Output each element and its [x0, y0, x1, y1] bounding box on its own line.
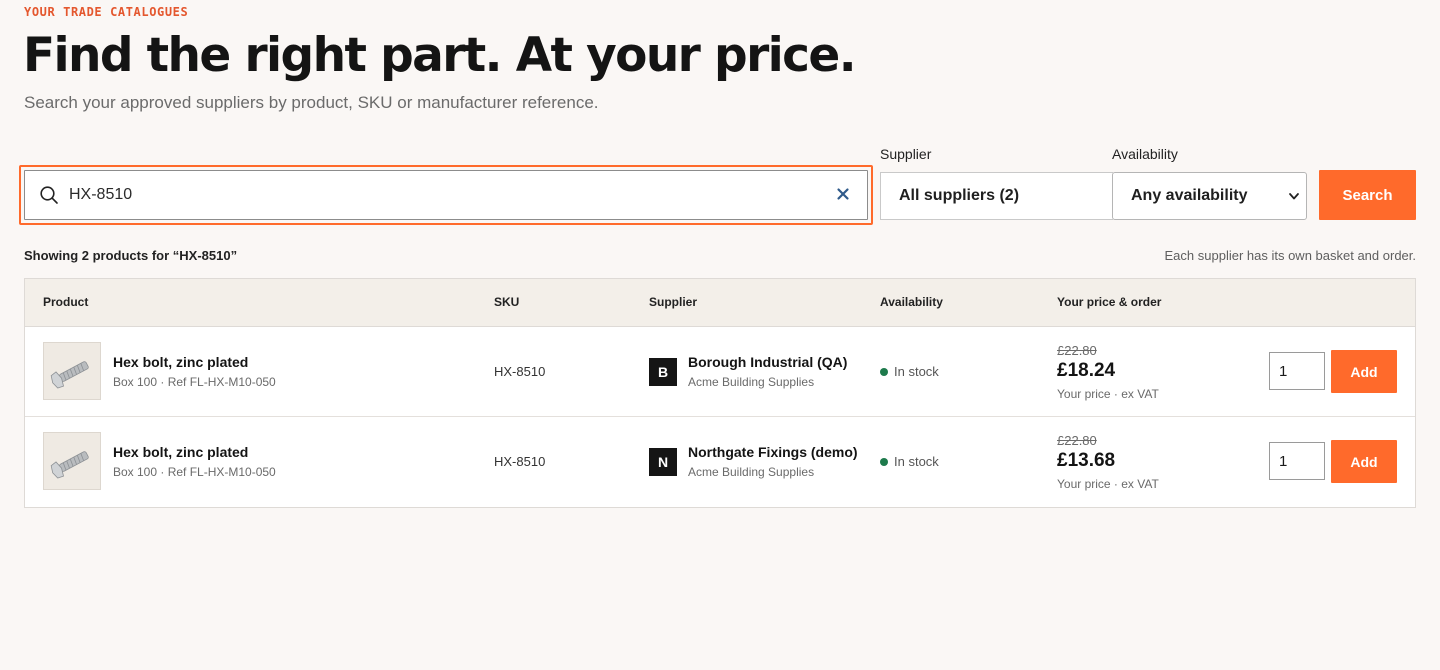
page-subtitle: Search your approved suppliers by produc… — [24, 93, 599, 112]
quantity-input[interactable] — [1269, 352, 1325, 390]
your-price: £13.68 — [1057, 450, 1116, 471]
in-stock-dot-icon — [880, 458, 888, 466]
supplier-name: Northgate Fixings (demo) — [688, 444, 858, 460]
basket-note: Each supplier has its own basket and ord… — [1164, 248, 1416, 263]
supplier-subtitle: Acme Building Supplies — [688, 465, 815, 479]
availability-select[interactable]: Any availability — [1112, 172, 1307, 220]
your-price: £18.24 — [1057, 360, 1116, 381]
product-meta: Box 100 · Ref FL-HX-M10-050 — [113, 375, 276, 389]
hex-bolt-icon — [50, 361, 89, 389]
column-header-availability: Availability — [880, 295, 943, 309]
supplier-select-value: All suppliers (2) — [899, 187, 1020, 204]
availability-status: In stock — [894, 454, 939, 469]
search-input[interactable] — [69, 171, 823, 219]
product-meta: Box 100 · Ref FL-HX-M10-050 — [113, 465, 276, 479]
column-header-price-order: Your price & order — [1057, 295, 1162, 309]
supplier-name: Borough Industrial (QA) — [688, 354, 848, 370]
search-icon — [40, 186, 58, 204]
product-thumbnail[interactable] — [43, 432, 101, 490]
price-note: Your price · ex VAT — [1057, 477, 1159, 491]
table-row: Hex bolt, zinc plated Box 100 · Ref FL-H… — [25, 327, 1415, 417]
supplier-badge: B — [649, 358, 677, 386]
add-button[interactable]: Add — [1331, 440, 1397, 483]
list-price: £22.80 — [1057, 343, 1097, 358]
in-stock-dot-icon — [880, 368, 888, 376]
search-field-focus-ring — [19, 165, 873, 225]
product-name[interactable]: Hex bolt, zinc plated — [113, 354, 248, 370]
quantity-input[interactable] — [1269, 442, 1325, 480]
price-note: Your price · ex VAT — [1057, 387, 1159, 401]
column-header-supplier: Supplier — [649, 295, 698, 309]
chevron-down-icon — [1289, 193, 1299, 200]
column-header-product: Product — [43, 295, 89, 309]
product-sku: HX-8510 — [494, 364, 546, 379]
page-title: Find the right part. At your price. — [23, 28, 857, 83]
supplier-filter-label: Supplier — [880, 146, 932, 162]
close-icon[interactable] — [835, 186, 851, 202]
add-button[interactable]: Add — [1331, 350, 1397, 393]
availability-status: In stock — [894, 364, 939, 379]
product-name[interactable]: Hex bolt, zinc plated — [113, 444, 248, 460]
availability-filter-label: Availability — [1112, 146, 1178, 162]
product-sku: HX-8510 — [494, 454, 546, 469]
results-summary: Showing 2 products for “HX-8510” — [24, 248, 238, 263]
list-price: £22.80 — [1057, 433, 1097, 448]
supplier-badge: N — [649, 448, 677, 476]
hex-bolt-icon — [50, 451, 89, 479]
search-button[interactable]: Search — [1319, 170, 1416, 220]
eyebrow-label: YOUR TRADE CATALOGUES — [24, 5, 189, 19]
availability-select-value: Any availability — [1131, 187, 1248, 204]
supplier-subtitle: Acme Building Supplies — [688, 375, 815, 389]
results-table: Product SKU Supplier Availability Your p… — [24, 278, 1416, 508]
table-header: Product SKU Supplier Availability Your p… — [25, 279, 1415, 327]
search-field[interactable] — [24, 170, 868, 220]
column-header-sku: SKU — [494, 295, 520, 309]
table-row: Hex bolt, zinc plated Box 100 · Ref FL-H… — [25, 417, 1415, 507]
product-thumbnail[interactable] — [43, 342, 101, 400]
supplier-select[interactable]: All suppliers (2) — [880, 172, 1113, 220]
